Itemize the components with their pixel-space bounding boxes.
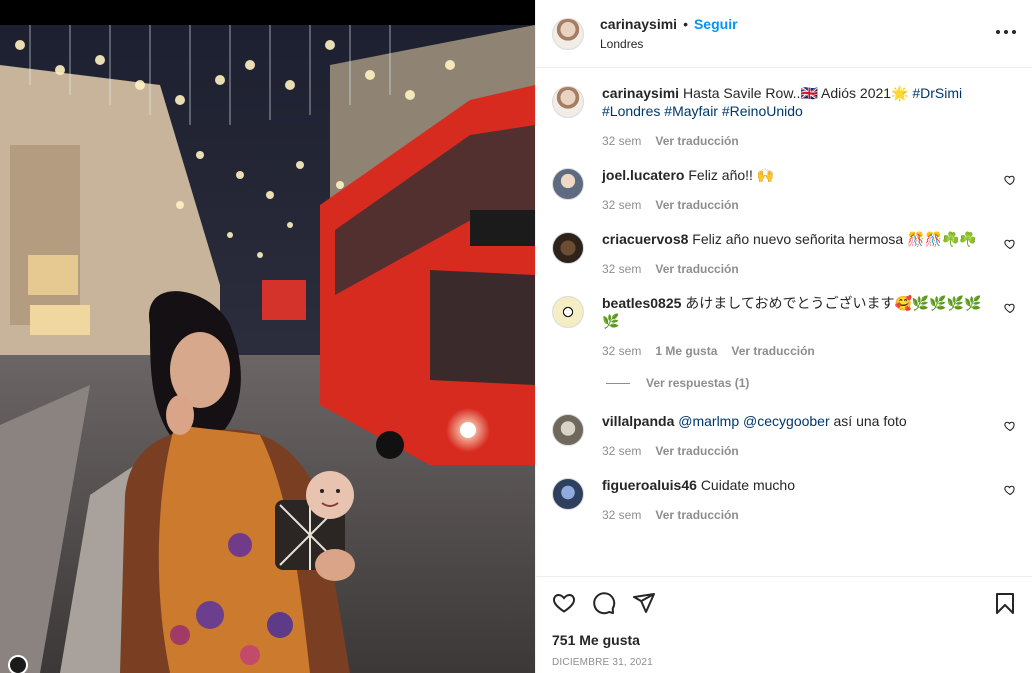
post-header: carinaysimi • Seguir Londres: [536, 0, 1032, 68]
owner-line: carinaysimi • Seguir: [600, 16, 738, 32]
owner-avatar[interactable]: [552, 17, 584, 50]
london-street-photo: [0, 25, 535, 673]
comment-row: figueroaluis46 Cuidate mucho 32 sem Ver …: [552, 476, 1016, 522]
action-icons: [552, 591, 1017, 615]
post-date[interactable]: DICIEMBRE 31, 2021: [552, 657, 1017, 668]
comment-body: figueroaluis46 Cuidate mucho 32 sem Ver …: [602, 476, 1016, 522]
caption-body: carinaysimi Hasta Savile Row..🇬🇧 Adiós 2…: [602, 84, 1016, 148]
view-replies-label: Ver respuestas (1): [646, 376, 750, 390]
share-icon[interactable]: [632, 591, 656, 615]
translate-button[interactable]: Ver traducción: [655, 444, 738, 458]
commenter-avatar[interactable]: [552, 168, 584, 200]
comment-username[interactable]: villalpanda: [602, 413, 674, 429]
translate-button[interactable]: Ver traducción: [731, 344, 814, 358]
post-actions: 751 Me gusta DICIEMBRE 31, 2021: [536, 576, 1032, 668]
comment-icon[interactable]: [592, 591, 616, 615]
comment-time[interactable]: 32 sem: [602, 508, 641, 522]
caption-translate-button[interactable]: Ver traducción: [655, 134, 738, 148]
comment-like-heart-icon[interactable]: [1004, 302, 1016, 314]
hashtag-mayfair[interactable]: #Mayfair: [664, 103, 718, 119]
commenter-avatar[interactable]: [552, 232, 584, 264]
caption-row: carinaysimi Hasta Savile Row..🇬🇧 Adiós 2…: [552, 84, 1016, 148]
mention-link[interactable]: @cecygoober: [743, 413, 830, 429]
bookmark-icon[interactable]: [993, 591, 1017, 615]
comment-body: criacuervos8 Feliz año nuevo señorita he…: [602, 230, 1016, 276]
comment-time[interactable]: 32 sem: [602, 344, 641, 358]
replies-line: [606, 382, 630, 384]
translate-button[interactable]: Ver traducción: [655, 262, 738, 276]
caption-time[interactable]: 32 sem: [602, 134, 641, 148]
caption-avatar[interactable]: [552, 86, 584, 118]
more-options-icon[interactable]: [996, 22, 1016, 42]
commenter-avatar[interactable]: [552, 414, 584, 446]
comment-like-heart-icon[interactable]: [1004, 174, 1016, 186]
comment-time[interactable]: 32 sem: [602, 198, 641, 212]
comment-like-heart-icon[interactable]: [1004, 238, 1016, 250]
hashtag-reinounido[interactable]: #ReinoUnido: [722, 103, 803, 119]
commenter-avatar[interactable]: [552, 296, 584, 328]
comment-text: criacuervos8 Feliz año nuevo señorita he…: [602, 230, 988, 248]
comment-meta: 32 sem Ver traducción: [602, 508, 988, 522]
comment-time[interactable]: 32 sem: [602, 444, 641, 458]
post-location[interactable]: Londres: [600, 37, 738, 51]
caption-text: carinaysimi Hasta Savile Row..🇬🇧 Adiós 2…: [602, 84, 988, 120]
comment-row: joel.lucatero Feliz año!! 🙌 32 sem Ver t…: [552, 166, 1016, 212]
likes-count[interactable]: 751 Me gusta: [552, 632, 1017, 648]
comment-like-heart-icon[interactable]: [1004, 420, 1016, 432]
mention-link[interactable]: @marlmp: [678, 413, 739, 429]
comment-text: joel.lucatero Feliz año!! 🙌: [602, 166, 988, 184]
follow-button[interactable]: Seguir: [694, 16, 738, 32]
comment-row: villalpanda @marlmp @cecygoober así una …: [552, 412, 1016, 458]
heart-icon[interactable]: [552, 591, 576, 615]
comment-username[interactable]: criacuervos8: [602, 231, 688, 247]
view-replies-button[interactable]: Ver respuestas (1): [606, 376, 1016, 390]
comment-text: beatles0825 あけましておめでとうございます🥰🌿🌿🌿🌿🌿: [602, 294, 988, 330]
hashtag-drsimi[interactable]: #DrSimi: [912, 85, 962, 101]
comment-like-heart-icon[interactable]: [1004, 484, 1016, 496]
comment-body: villalpanda @marlmp @cecygoober así una …: [602, 412, 1016, 458]
comment-time[interactable]: 32 sem: [602, 262, 641, 276]
comment-text: figueroaluis46 Cuidate mucho: [602, 476, 988, 494]
comment-content: así una foto: [833, 413, 907, 429]
comment-row: beatles0825 あけましておめでとうございます🥰🌿🌿🌿🌿🌿 32 sem…: [552, 294, 1016, 358]
comment-row: criacuervos8 Feliz año nuevo señorita he…: [552, 230, 1016, 276]
commenter-avatar[interactable]: [552, 478, 584, 510]
comment-meta: 32 sem Ver traducción: [602, 198, 988, 212]
owner-username[interactable]: carinaysimi: [600, 16, 677, 32]
user-tag-icon[interactable]: [8, 655, 28, 673]
comment-likes[interactable]: 1 Me gusta: [655, 344, 717, 358]
translate-button[interactable]: Ver traducción: [655, 198, 738, 212]
comment-content: Cuidate mucho: [700, 477, 795, 493]
comment-username[interactable]: beatles0825: [602, 295, 681, 311]
comment-content: Feliz año!! 🙌: [688, 167, 775, 183]
comment-meta: 32 sem 1 Me gusta Ver traducción: [602, 344, 988, 358]
comment-body: beatles0825 あけましておめでとうございます🥰🌿🌿🌿🌿🌿 32 sem…: [602, 294, 1016, 358]
comment-username[interactable]: figueroaluis46: [602, 477, 697, 493]
caption-content: Hasta Savile Row..🇬🇧 Adiós 2021🌟: [682, 85, 909, 101]
caption-meta: 32 sem Ver traducción: [602, 134, 988, 148]
post-side-panel: carinaysimi • Seguir Londres carinaysimi…: [535, 0, 1032, 673]
comment-meta: 32 sem Ver traducción: [602, 262, 988, 276]
hashtag-londres[interactable]: #Londres: [602, 103, 660, 119]
owner-info: carinaysimi • Seguir Londres: [600, 16, 738, 51]
translate-button[interactable]: Ver traducción: [655, 508, 738, 522]
comment-body: joel.lucatero Feliz año!! 🙌 32 sem Ver t…: [602, 166, 1016, 212]
post-photo[interactable]: [0, 0, 535, 673]
instagram-post-modal: carinaysimi • Seguir Londres carinaysimi…: [0, 0, 1032, 673]
caption-username[interactable]: carinaysimi: [602, 85, 679, 101]
comment-username[interactable]: joel.lucatero: [602, 167, 684, 183]
comment-content: Feliz año nuevo señorita hermosa 🎊🎊☘️☘️: [692, 231, 977, 247]
separator-dot: •: [683, 16, 688, 32]
comments-list[interactable]: carinaysimi Hasta Savile Row..🇬🇧 Adiós 2…: [536, 68, 1032, 575]
comment-text: villalpanda @marlmp @cecygoober así una …: [602, 412, 988, 430]
comment-meta: 32 sem Ver traducción: [602, 444, 988, 458]
